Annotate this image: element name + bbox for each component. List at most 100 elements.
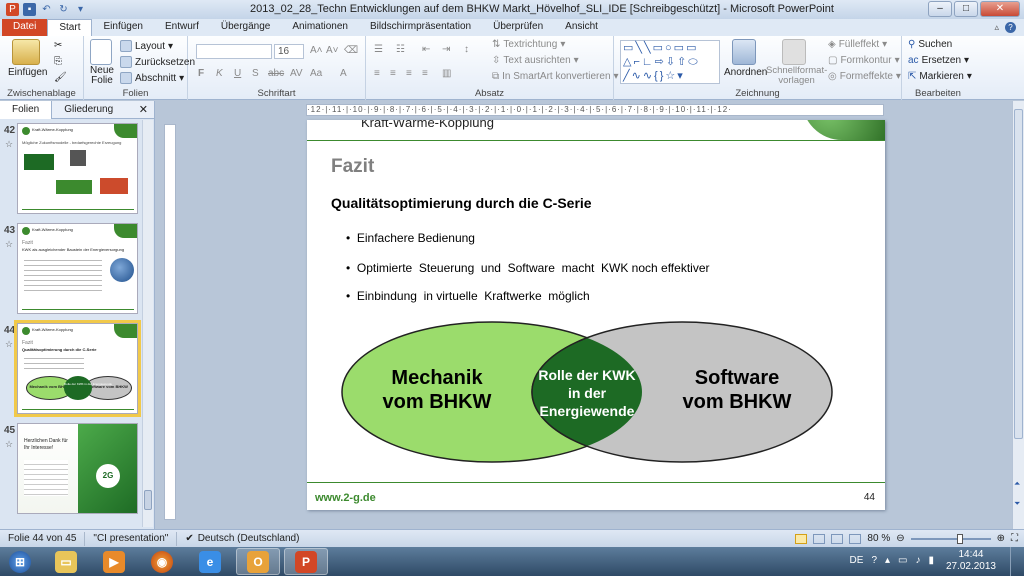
prev-slide-icon[interactable]: ⏶ (1014, 479, 1020, 489)
char-spacing-button[interactable]: AV (290, 68, 303, 79)
tab-ansicht[interactable]: Ansicht (554, 19, 609, 36)
minimize-ribbon-icon[interactable]: ▵ (994, 22, 999, 33)
show-desktop-button[interactable] (1010, 547, 1024, 576)
help-tray-icon[interactable]: ? (871, 555, 877, 566)
slide-sorter-icon[interactable] (813, 533, 826, 544)
justify-icon[interactable]: ≡ (422, 68, 428, 79)
reset-button[interactable]: Zurücksetzen (120, 56, 195, 68)
shape-fill-button[interactable]: ◈ Fülleffekt ▾ (828, 39, 887, 50)
align-center-icon[interactable]: ≡ (390, 68, 396, 79)
start-button[interactable]: ⊞ (0, 548, 40, 575)
next-slide-icon[interactable]: ⏷ (1014, 499, 1020, 509)
undo-icon[interactable]: ↶ (40, 3, 53, 16)
tab-folien[interactable]: Folien (0, 100, 53, 119)
show-hidden-icon[interactable]: ▴ (885, 555, 890, 566)
quick-styles-icon[interactable] (782, 39, 806, 65)
powerpoint-icon[interactable]: P (6, 3, 19, 16)
increase-indent-icon[interactable]: ⇥ (442, 44, 450, 55)
rolle-label[interactable]: Rolle der KWK in der Energiewende (517, 366, 657, 420)
font-color-button[interactable]: A (340, 68, 347, 79)
shapes-gallery[interactable]: ▭╲╲▭○▭▭ △⌐∟⇨⇩⇧⬭ ╱∿∿{}☆▾ (620, 40, 720, 84)
network-icon[interactable]: ▮ (928, 555, 934, 566)
close-pane-icon[interactable]: ✕ (139, 103, 148, 116)
language-status[interactable]: ✔ Deutsch (Deutschland) (177, 532, 307, 546)
scroll-thumb[interactable] (1014, 109, 1023, 439)
line-spacing-icon[interactable]: ↕ (464, 44, 469, 55)
slide-thumbnail-42[interactable]: Kraft-Wärme-Kopplung Mögliche Zukunftsmo… (17, 123, 138, 214)
slideshow-icon[interactable] (849, 533, 862, 544)
taskbar-mediaplayer[interactable]: ▶ (92, 548, 136, 575)
new-slide-button[interactable]: Neue Folie (88, 66, 116, 86)
tab-start[interactable]: Start (47, 19, 93, 36)
language-indicator[interactable]: DE (850, 555, 864, 566)
font-size-combo[interactable]: 16 (274, 44, 304, 59)
find-button[interactable]: ⚲ Suchen (908, 39, 952, 50)
italic-button[interactable]: K (216, 68, 223, 79)
zoom-slider-thumb[interactable] (956, 533, 963, 544)
close-button[interactable]: ✕ (980, 1, 1020, 17)
decrease-indent-icon[interactable]: ⇤ (422, 44, 430, 55)
redo-icon[interactable]: ↻ (57, 3, 70, 16)
clear-format-icon[interactable]: ⌫ (344, 45, 358, 56)
customize-toolbar-icon[interactable]: ▾ (74, 3, 87, 16)
tab-entwurf[interactable]: Entwurf (154, 19, 210, 36)
scroll-thumb[interactable] (144, 490, 152, 510)
layout-button[interactable]: Layout ▾ (120, 40, 173, 52)
tab-einfuegen[interactable]: Einfügen (92, 19, 153, 36)
tab-uebergaenge[interactable]: Übergänge (210, 19, 281, 36)
taskbar-outlook[interactable]: O (236, 548, 280, 575)
section-button[interactable]: Abschnitt ▾ (120, 72, 184, 84)
quick-styles-button[interactable]: Schnellformat-vorlagen (766, 66, 827, 86)
bold-button[interactable]: F (198, 68, 204, 79)
shape-effects-button[interactable]: ◎ Formeffekte ▾ (828, 71, 901, 82)
taskbar-explorer[interactable]: ▭ (44, 548, 88, 575)
zoom-in-icon[interactable]: ⊕ (997, 533, 1005, 544)
normal-view-icon[interactable] (795, 533, 808, 544)
arrange-icon[interactable] (732, 39, 756, 65)
underline-button[interactable]: U (234, 68, 241, 79)
paste-icon[interactable] (12, 39, 40, 65)
slide-thumbnail-44[interactable]: Kraft-Wärme-Kopplung Fazit Qualitätsopti… (14, 320, 141, 417)
cut-icon[interactable]: ✂ (54, 40, 62, 51)
shape-outline-button[interactable]: ▢ Formkontur ▾ (828, 55, 900, 66)
taskbar-powerpoint[interactable]: P (284, 548, 328, 575)
editor-scrollbar[interactable]: ⏶ ⏷ (1012, 101, 1024, 529)
format-painter-icon[interactable]: 🖌 (54, 72, 67, 83)
select-button[interactable]: ⇱ Markieren ▾ (908, 71, 972, 82)
change-case-button[interactable]: Aa (310, 68, 322, 79)
tab-ueberpruefen[interactable]: Überprüfen (482, 19, 554, 36)
monitor-icon[interactable]: ▭ (898, 555, 907, 566)
align-text-button[interactable]: ⇳ Text ausrichten ▾ (492, 55, 579, 66)
replace-button[interactable]: ac Ersetzen ▾ (908, 55, 969, 66)
slide-thumbnail-45[interactable]: Herzlichen Dank für Ihr Interesse! 2G (17, 423, 138, 514)
bullets-icon[interactable]: ☰ (374, 44, 383, 55)
tab-gliederung[interactable]: Gliederung (52, 101, 125, 119)
paste-button[interactable]: Einfügen (8, 67, 47, 78)
tab-animationen[interactable]: Animationen (281, 19, 359, 36)
slide-thumbnail-43[interactable]: Kraft-Wärme-Kopplung Fazit KWK als ausgl… (17, 223, 138, 314)
save-icon[interactable]: ▪ (23, 3, 36, 16)
mechanik-label[interactable]: Mechanik vom BHKW (347, 366, 527, 414)
zoom-slider[interactable] (910, 533, 991, 544)
venn-diagram[interactable] (307, 120, 885, 510)
smartart-button[interactable]: ⧉ In SmartArt konvertieren ▾ (492, 71, 619, 82)
zoom-out-icon[interactable]: ⊖ (896, 533, 904, 544)
align-right-icon[interactable]: ≡ (406, 68, 412, 79)
grow-font-icon[interactable]: A˄ (310, 45, 323, 56)
current-slide[interactable]: Kraft-Wärme-Kopplung Fazit Qualitätsopti… (307, 120, 885, 510)
strikethrough-button[interactable]: abc (268, 68, 284, 79)
shrink-font-icon[interactable]: A˅ (326, 45, 339, 56)
panel-scrollbar[interactable] (142, 120, 153, 527)
tab-bildschirmpraesentation[interactable]: Bildschirmpräsentation (359, 19, 482, 36)
software-label[interactable]: Software vom BHKW (647, 366, 827, 414)
maximize-button[interactable]: □ (954, 1, 978, 17)
columns-icon[interactable]: ▥ (442, 68, 451, 79)
font-name-combo[interactable] (196, 44, 272, 59)
minimize-button[interactable]: – (928, 1, 952, 17)
help-icon[interactable]: ? (1005, 22, 1016, 33)
shadow-button[interactable]: S (252, 68, 259, 79)
taskbar-firefox[interactable]: ◉ (140, 548, 184, 575)
new-slide-icon[interactable] (90, 39, 112, 65)
copy-icon[interactable]: ⎘ (54, 56, 62, 67)
text-direction-button[interactable]: ⇅ Textrichtung ▾ (492, 39, 565, 50)
